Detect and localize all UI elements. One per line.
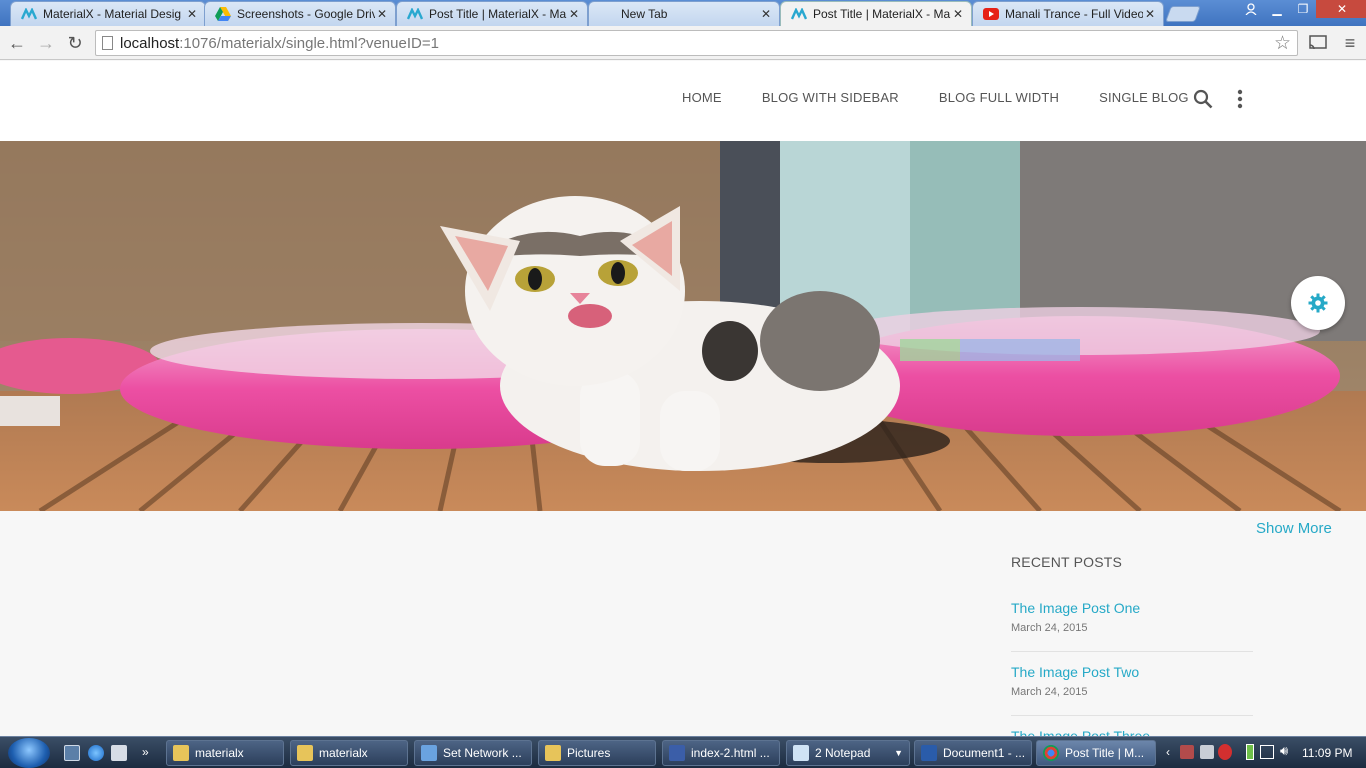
- network-icon: [421, 745, 437, 761]
- bookmark-star-icon[interactable]: ☆: [1274, 32, 1291, 55]
- close-icon[interactable]: ✕: [951, 7, 965, 21]
- recent-post-link[interactable]: The Image Post One: [1011, 600, 1253, 616]
- restore-icon[interactable]: ❐: [1290, 0, 1316, 18]
- hero-slider[interactable]: [0, 141, 1366, 511]
- notepad-icon: [793, 745, 809, 761]
- materialx-icon: [791, 7, 807, 21]
- recent-post-date: March 24, 2015: [1011, 622, 1088, 634]
- tray-app-icon[interactable]: [1218, 744, 1232, 760]
- search-icon[interactable]: [1193, 89, 1213, 109]
- browser-tab[interactable]: New Tab ✕: [588, 1, 780, 26]
- chevron-right-icon[interactable]: »: [142, 745, 158, 761]
- browser-tab[interactable]: MaterialX - Material Desig ✕: [10, 1, 206, 26]
- recent-post-link[interactable]: The Image Post Three: [1011, 728, 1253, 736]
- cast-icon[interactable]: [1307, 32, 1329, 54]
- close-window-icon[interactable]: ✕: [1316, 0, 1366, 18]
- materialx-icon: [407, 7, 423, 21]
- tab-title: Post Title | MaterialX - Ma: [429, 7, 567, 21]
- volume-icon[interactable]: 🔊︎: [1280, 743, 1288, 759]
- web-page: HOME BLOG WITH SIDEBAR BLOG FULL WIDTH S…: [0, 61, 1366, 736]
- forward-icon[interactable]: →: [35, 32, 57, 54]
- network-tray-icon[interactable]: [1260, 745, 1274, 759]
- folder-icon: [173, 745, 189, 761]
- recent-post-item: The Image Post Two March 24, 2015: [1011, 664, 1253, 716]
- taskbar-item[interactable]: materialx: [166, 740, 284, 766]
- browser-tab[interactable]: Manali Trance - Full Video ✕: [972, 1, 1164, 26]
- materialx-icon: [21, 7, 37, 21]
- nav-blog-full-width[interactable]: BLOG FULL WIDTH: [939, 90, 1059, 105]
- menu-icon[interactable]: ≡: [1339, 32, 1361, 54]
- tray-app-icon[interactable]: [1180, 745, 1194, 759]
- recent-posts-heading: RECENT POSTS: [1011, 554, 1123, 570]
- internet-explorer-icon[interactable]: [88, 745, 104, 761]
- gear-icon: [1308, 293, 1328, 313]
- taskbar-item[interactable]: Document1 - ...: [914, 740, 1032, 766]
- close-icon[interactable]: ✕: [185, 7, 199, 21]
- profile-icon[interactable]: [1238, 0, 1264, 18]
- taskbar-item-active[interactable]: Post Title | M...: [1036, 740, 1156, 766]
- os-taskbar: » materialx materialx Set Network ... Pi…: [0, 736, 1366, 768]
- hero-image: [0, 141, 1366, 511]
- settings-fab-button[interactable]: [1291, 276, 1345, 330]
- close-icon[interactable]: ✕: [375, 7, 389, 21]
- tab-title: Post Title | MaterialX - Ma: [813, 7, 951, 21]
- more-vert-icon[interactable]: [1237, 89, 1243, 109]
- sidebar: RECENT POSTS The Image Post One March 24…: [1011, 553, 1253, 736]
- page-icon: [102, 36, 113, 50]
- window-controls: ▁ ❐ ✕: [1238, 0, 1366, 18]
- browser-icon: [669, 745, 685, 761]
- browser-toolbar: ← → ↻ localhost:1076/materialx/single.ht…: [0, 26, 1366, 60]
- new-tab-button[interactable]: [1165, 6, 1201, 22]
- taskbar-clock[interactable]: 11:09 PM: [1302, 746, 1352, 760]
- google-drive-icon: [215, 7, 231, 21]
- taskbar-item[interactable]: index-2.html ...: [662, 740, 780, 766]
- browser-tab-active[interactable]: Post Title | MaterialX - Ma ✕: [780, 1, 972, 26]
- taskbar-item[interactable]: Pictures: [538, 740, 656, 766]
- nav-blog-with-sidebar[interactable]: BLOG WITH SIDEBAR: [762, 90, 899, 105]
- tab-title: Screenshots - Google Driv: [237, 7, 375, 21]
- tab-title: Manali Trance - Full Video: [1005, 7, 1143, 21]
- back-icon[interactable]: ←: [6, 32, 28, 54]
- show-more-link[interactable]: Show More: [1256, 520, 1332, 537]
- close-icon[interactable]: ✕: [1143, 7, 1157, 21]
- taskbar-item[interactable]: 2 Notepad ▼: [786, 740, 910, 766]
- minimize-icon[interactable]: ▁: [1264, 0, 1290, 18]
- chevron-left-icon[interactable]: ‹: [1166, 745, 1170, 759]
- taskbar-item[interactable]: Set Network ...: [414, 740, 532, 766]
- browser-tabstrip: MaterialX - Material Desig ✕ Screenshots…: [0, 0, 1366, 26]
- folder-icon: [545, 745, 561, 761]
- recent-post-link[interactable]: The Image Post Two: [1011, 664, 1253, 680]
- tray-app-icon[interactable]: [1200, 745, 1214, 759]
- taskbar-item[interactable]: materialx: [290, 740, 408, 766]
- start-button[interactable]: [8, 738, 50, 768]
- word-icon: [921, 745, 937, 761]
- main-nav: HOME BLOG WITH SIDEBAR BLOG FULL WIDTH S…: [682, 90, 1229, 105]
- close-icon[interactable]: ✕: [567, 7, 581, 21]
- media-icon[interactable]: [111, 745, 127, 761]
- browser-tab[interactable]: Screenshots - Google Driv ✕: [204, 1, 396, 26]
- nav-home[interactable]: HOME: [682, 90, 722, 105]
- url-text: localhost:1076/materialx/single.html?ven…: [120, 35, 439, 52]
- recent-post-item: The Image Post Three: [1011, 728, 1253, 736]
- browser-tab[interactable]: Post Title | MaterialX - Ma ✕: [396, 1, 588, 26]
- youtube-icon: [983, 7, 999, 21]
- chrome-icon: [1043, 745, 1059, 761]
- nav-single-blog[interactable]: SINGLE BLOG: [1099, 90, 1189, 105]
- tab-title: MaterialX - Material Desig: [43, 7, 182, 21]
- close-icon[interactable]: ✕: [759, 7, 773, 21]
- chevron-down-icon: ▼: [894, 748, 903, 758]
- new-tab-icon: [599, 7, 615, 21]
- recent-post-date: March 24, 2015: [1011, 686, 1088, 698]
- recent-post-item: The Image Post One March 24, 2015: [1011, 600, 1253, 652]
- reload-icon[interactable]: ↻: [64, 32, 86, 54]
- folder-icon: [297, 745, 313, 761]
- battery-icon[interactable]: [1246, 744, 1254, 760]
- show-desktop-icon[interactable]: [64, 745, 80, 761]
- site-header: HOME BLOG WITH SIDEBAR BLOG FULL WIDTH S…: [0, 61, 1366, 141]
- address-bar[interactable]: localhost:1076/materialx/single.html?ven…: [95, 30, 1298, 56]
- tab-title: New Tab: [621, 7, 668, 21]
